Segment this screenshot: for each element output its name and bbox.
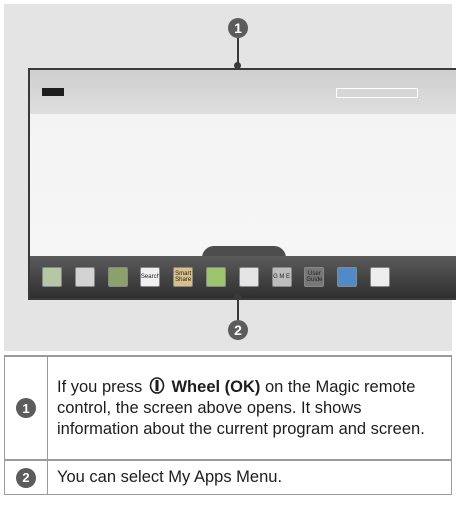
- my-apps-launcher-bar: Search Smart Share G M E User Guide: [30, 256, 456, 298]
- row-description: You can select My Apps Menu.: [47, 459, 452, 495]
- table-row: 2 You can select My Apps Menu.: [4, 459, 452, 495]
- internet-globe-icon[interactable]: [107, 267, 128, 287]
- row-description: If you press Wheel (OK) on the Magic rem…: [47, 355, 452, 461]
- table-row: 1 If you press Wheel (OK) on the Magic r…: [4, 355, 452, 461]
- input-list-icon[interactable]: [337, 267, 358, 287]
- info-bar: [30, 70, 456, 114]
- row-number-cell: 1: [4, 355, 48, 461]
- smartshare-tv-icon[interactable]: Smart Share: [173, 267, 194, 287]
- clock-icon[interactable]: [238, 267, 259, 287]
- game-icon[interactable]: G M E: [271, 267, 292, 287]
- tv-screen: Search Smart Share G M E User Guide: [28, 68, 456, 300]
- wheel-button-icon: [149, 376, 165, 394]
- search-icon[interactable]: Search: [140, 267, 161, 287]
- program-progress-bar: [336, 88, 418, 98]
- apps-bubbles-icon[interactable]: [205, 267, 226, 287]
- tv-screen-diagram: 1 Search Smart Share G M E User Guide 2: [4, 4, 456, 351]
- live-tv-icon[interactable]: [42, 267, 62, 287]
- row-number-2: 2: [16, 467, 36, 488]
- callout-1: 1: [228, 18, 248, 38]
- row-number-cell: 2: [4, 459, 48, 495]
- channel-badge: [42, 88, 64, 96]
- exit-icon[interactable]: [369, 267, 390, 287]
- settings-gear-icon[interactable]: [74, 267, 95, 287]
- callout-1-leader: [237, 38, 239, 64]
- user-guide-icon[interactable]: User Guide: [304, 267, 325, 287]
- callout-2: 2: [228, 320, 248, 340]
- callout-2-leader: [237, 299, 239, 320]
- description-table: 1 If you press Wheel (OK) on the Magic r…: [4, 355, 452, 495]
- row-number-1: 1: [16, 398, 36, 418]
